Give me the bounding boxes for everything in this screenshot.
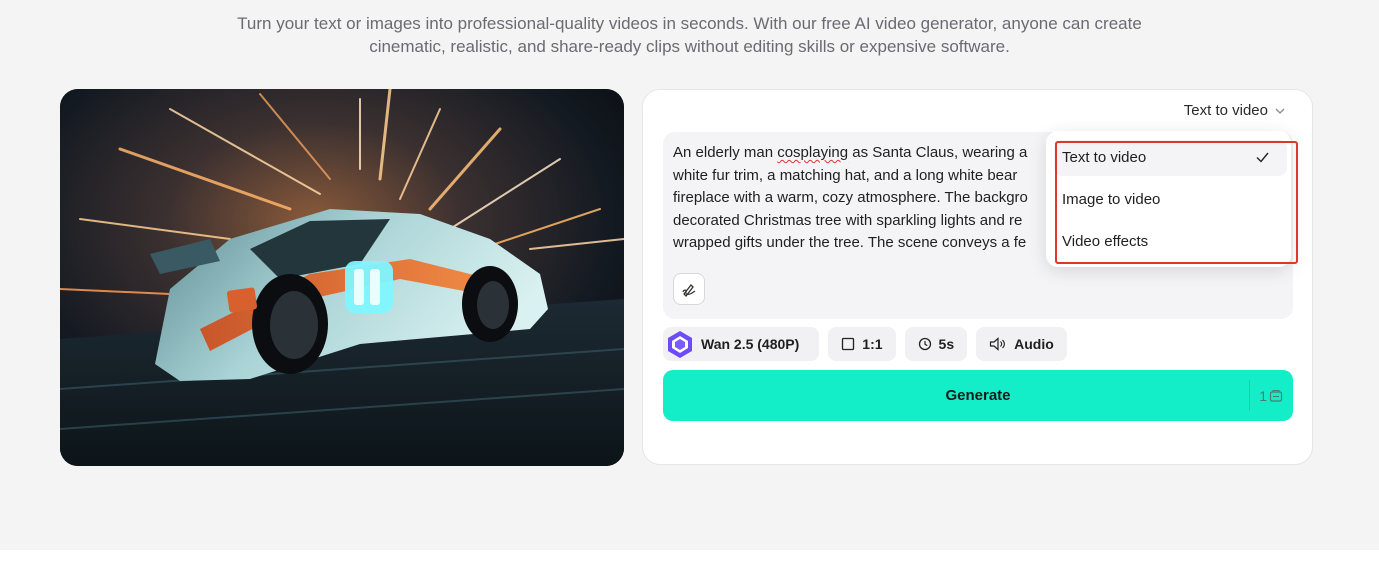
dropdown-item-label: Image to video xyxy=(1062,191,1161,208)
options-bar: Wan 2.5 (480P) 1:1 5s Audio xyxy=(663,327,1067,361)
mode-dropdown-menu: Text to video Image to video Video effec… xyxy=(1046,131,1298,267)
credit-icon xyxy=(1269,389,1283,402)
aspect-ratio-select[interactable]: 1:1 xyxy=(828,327,896,361)
prompt-text-start: An elderly man xyxy=(673,144,778,161)
duration-select[interactable]: 5s xyxy=(904,327,968,361)
dropdown-item-video-effects[interactable]: Video effects xyxy=(1054,224,1287,260)
magic-pen-icon xyxy=(682,284,696,297)
enhance-prompt-button[interactable] xyxy=(673,273,705,305)
model-select[interactable]: Wan 2.5 (480P) xyxy=(663,327,820,361)
misspelled-word: cosplaying xyxy=(777,144,849,161)
square-icon xyxy=(842,337,855,351)
credit-cost-value: 1 xyxy=(1259,387,1267,404)
duration-label: 5s xyxy=(938,336,955,352)
intro-text: Turn your text or images into profession… xyxy=(0,12,1379,58)
intro-line-2: cinematic, realistic, and share-ready cl… xyxy=(369,37,1010,56)
clock-icon xyxy=(918,337,931,351)
generate-label: Generate xyxy=(945,387,1011,404)
mode-select-label: Text to video xyxy=(1183,102,1268,119)
wan-logo-icon xyxy=(668,331,692,358)
speaker-icon xyxy=(990,337,1006,351)
model-label: Wan 2.5 (480P) xyxy=(701,336,800,352)
intro-line-1: Turn your text or images into profession… xyxy=(237,14,1142,33)
audio-label: Audio xyxy=(1014,336,1054,352)
race-car-illustration xyxy=(60,89,624,466)
chevron-down-icon xyxy=(1275,108,1285,114)
audio-toggle[interactable]: Audio xyxy=(976,327,1067,361)
hero-image xyxy=(60,89,624,466)
dropdown-item-image-to-video[interactable]: Image to video xyxy=(1054,182,1287,218)
footer-band xyxy=(0,550,1379,562)
mode-select[interactable]: Text to video xyxy=(1184,102,1286,119)
dropdown-item-label: Video effects xyxy=(1062,233,1149,250)
credit-cost: 1 xyxy=(1249,380,1293,411)
dropdown-item-label: Text to video xyxy=(1062,149,1147,166)
check-icon xyxy=(1256,152,1269,163)
dropdown-item-text-to-video[interactable]: Text to video xyxy=(1054,140,1287,176)
generate-button[interactable]: Generate 1 xyxy=(663,370,1293,421)
aspect-ratio-label: 1:1 xyxy=(862,336,883,352)
